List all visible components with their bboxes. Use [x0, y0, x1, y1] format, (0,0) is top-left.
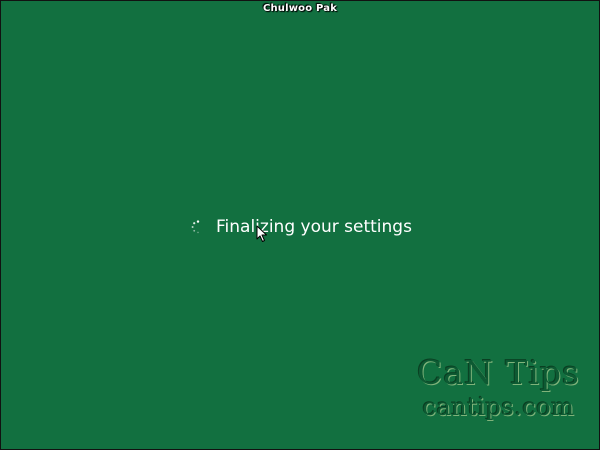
watermark-url: cantips.com — [422, 393, 575, 421]
status-row: Finalizing your settings — [191, 214, 412, 240]
watermark-title: CaN Tips — [417, 353, 580, 392]
watermark: CaN Tips cantips.com — [411, 353, 586, 421]
setup-screen: Chulwoo Pak Finalizing your settings CaN… — [0, 0, 600, 450]
mouse-pointer-icon — [256, 225, 267, 242]
status-message: Finalizing your settings — [216, 217, 412, 237]
loading-spinner-icon — [191, 220, 200, 234]
user-name-label: Chulwoo Pak — [262, 3, 338, 14]
